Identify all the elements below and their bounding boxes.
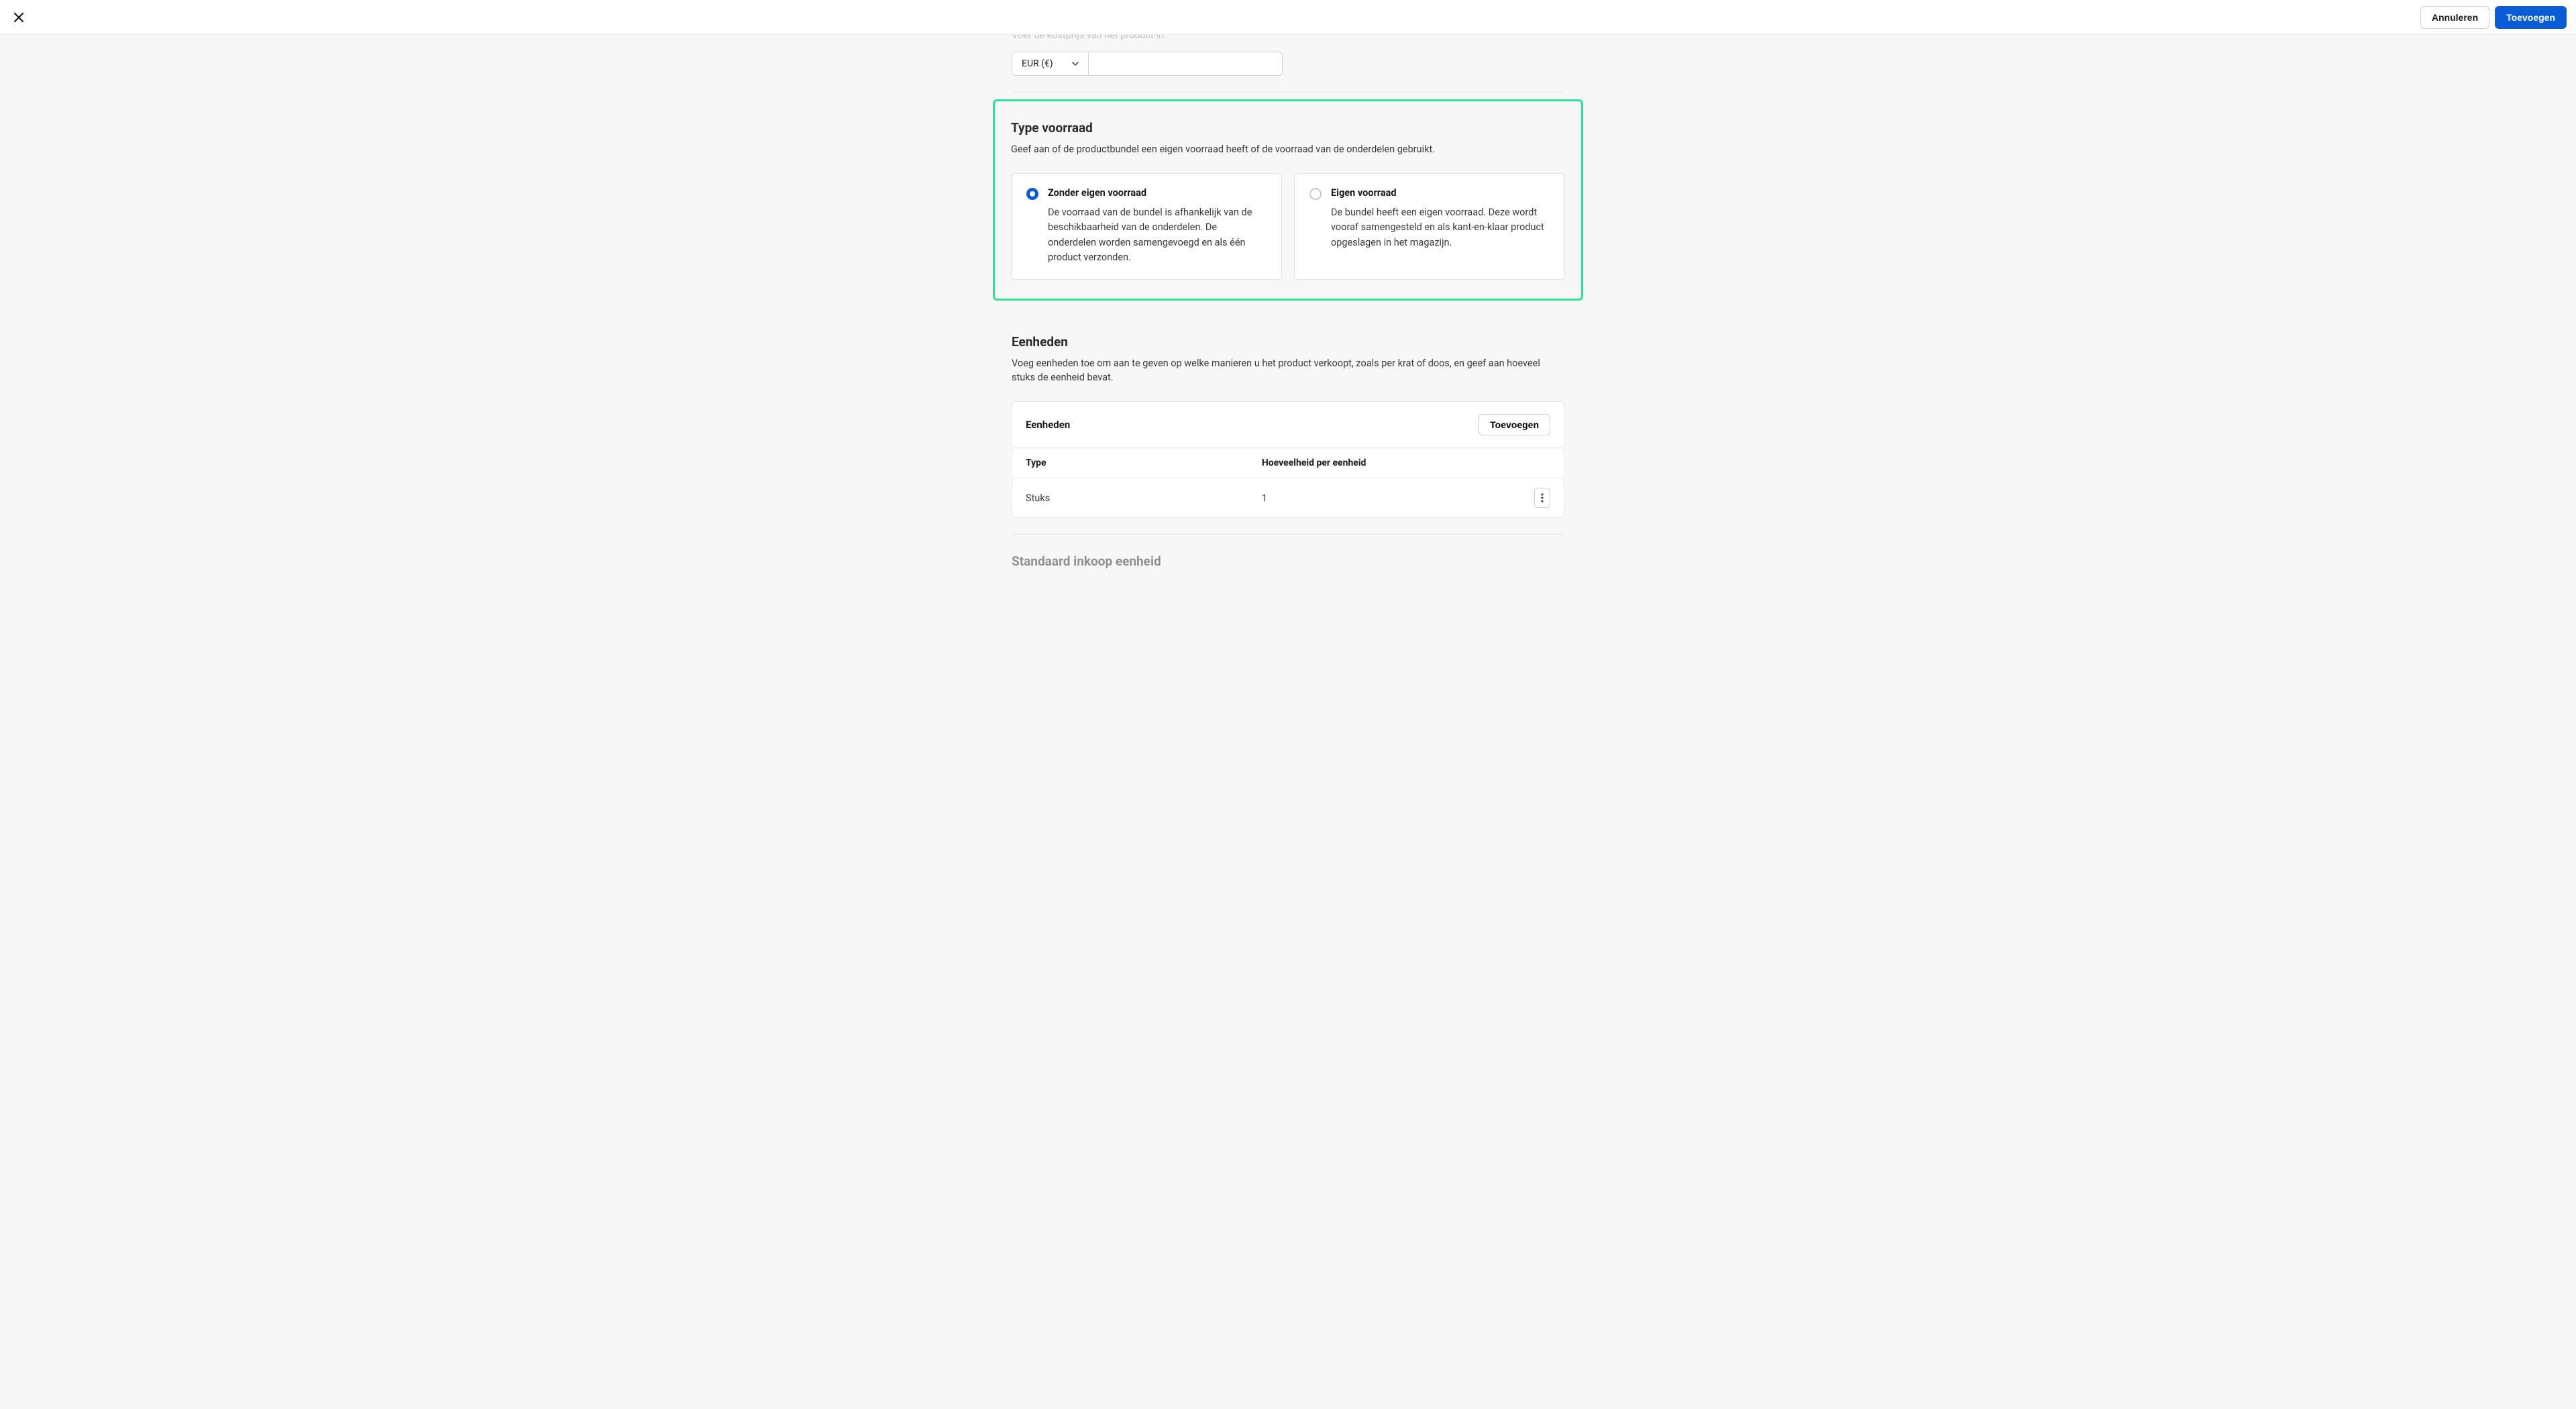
stock-type-title: Type voorraad [1011,120,1565,136]
radio-unselected-icon [1309,188,1322,200]
form-content: Voer de kostprijs van het product in. EU… [1012,35,1564,596]
radio-content: Eigen voorraad De bundel heeft een eigen… [1331,187,1550,266]
chevron-down-icon [1072,60,1079,67]
header-actions: Annuleren Toevoegen [2420,6,2567,29]
radio-selected-icon [1026,188,1038,200]
currency-label: EUR (€) [1022,58,1053,69]
close-button[interactable] [9,8,28,27]
add-button[interactable]: Toevoegen [2495,6,2567,29]
unit-actions-cell [1508,488,1550,508]
main-content: Voer de kostprijs van het product in. EU… [0,0,2576,596]
radio-option-description: De bundel heeft een eigen voorraad. Deze… [1331,205,1550,250]
column-header-actions [1508,458,1550,468]
cancel-button[interactable]: Annuleren [2420,6,2489,29]
stock-option-own[interactable]: Eigen voorraad De bundel heeft een eigen… [1294,173,1565,280]
next-section-title-partial: Standaard inkoop eenheid [1012,535,1564,569]
modal-header: Annuleren Toevoegen [0,0,2576,35]
units-card-title: Eenheden [1026,419,1070,431]
cost-price-section: Voer de kostprijs van het product in. EU… [1012,30,1564,76]
radio-option-title: Zonder eigen voorraad [1048,187,1267,199]
units-card: Eenheden Toevoegen Type Hoeveelheid per … [1012,401,1564,518]
radio-option-title: Eigen voorraad [1331,187,1550,199]
table-row: Stuks 1 [1012,478,1564,517]
stock-type-options: Zonder eigen voorraad De voorraad van de… [1011,173,1565,280]
unit-type-cell: Stuks [1026,492,1262,504]
column-header-type: Type [1026,458,1262,468]
column-header-quantity: Hoeveelheid per eenheid [1262,458,1509,468]
kebab-icon [1541,493,1544,503]
stock-option-without-own[interactable]: Zonder eigen voorraad De voorraad van de… [1011,173,1282,280]
currency-input-group: EUR (€) [1012,52,1564,76]
radio-option-description: De voorraad van de bundel is afhankelijk… [1048,205,1267,266]
units-table-header: Type Hoeveelheid per eenheid [1012,448,1564,478]
close-icon [13,11,25,23]
unit-quantity-cell: 1 [1262,492,1509,504]
stock-type-section: Type voorraad Geef aan of de productbund… [993,99,1583,301]
units-section: Eenheden Voeg eenheden toe om aan te gev… [1012,307,1564,535]
radio-content: Zonder eigen voorraad De voorraad van de… [1048,187,1267,266]
add-unit-button[interactable]: Toevoegen [1479,414,1550,435]
stock-type-description: Geef aan of de productbundel een eigen v… [1011,142,1565,157]
row-actions-button[interactable] [1534,488,1550,508]
units-description: Voeg eenheden toe om aan te geven op wel… [1012,356,1564,386]
divider [1012,92,1564,93]
units-card-header: Eenheden Toevoegen [1012,402,1564,448]
units-title: Eenheden [1012,334,1564,350]
cost-price-input[interactable] [1089,52,1283,76]
currency-selector[interactable]: EUR (€) [1012,52,1089,76]
